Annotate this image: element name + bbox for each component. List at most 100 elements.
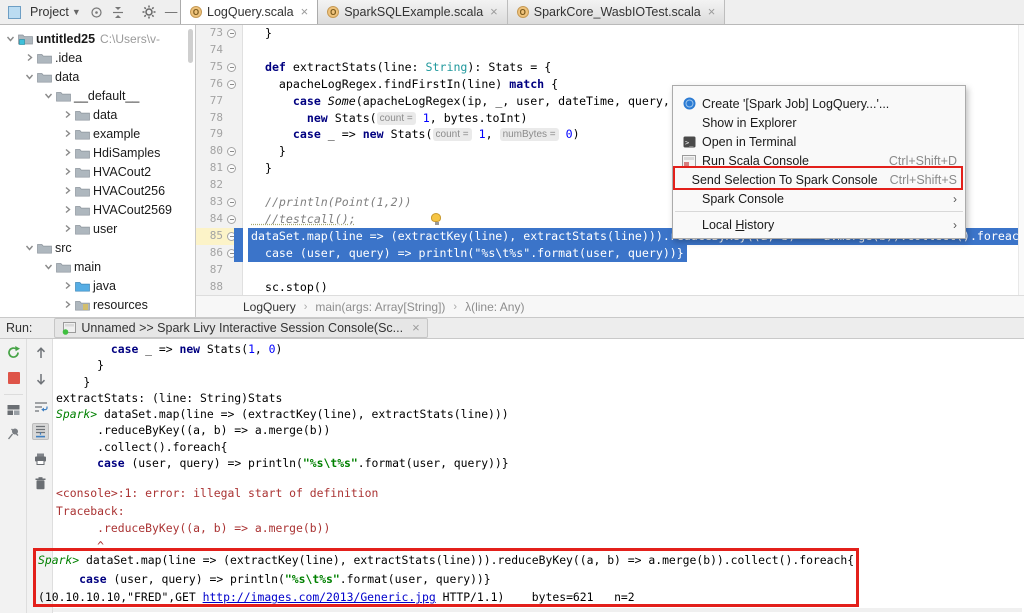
console-line: extractStats: (line: String)Stats [56, 390, 509, 406]
close-icon[interactable]: × [708, 7, 716, 17]
print-button-icon[interactable] [32, 450, 49, 467]
tree-item-hvacout256[interactable]: HVACout256 [0, 181, 195, 200]
chevron-right-icon[interactable] [61, 224, 74, 233]
code-segment: , [486, 127, 500, 141]
tree-item-data[interactable]: data [0, 67, 195, 86]
tree-item-path: C:\Users\v- [100, 32, 160, 46]
gutter-selection-block [234, 228, 243, 245]
tree-item-__default__[interactable]: __default__ [0, 86, 195, 105]
code-segment: case [293, 127, 321, 141]
editor-tab-logquery-scala[interactable]: OLogQuery.scala× [180, 0, 318, 24]
annotation-highlight-console-result [33, 548, 859, 607]
settings-gear-icon[interactable] [142, 4, 156, 20]
menu-item-open-in-terminal[interactable]: >_Open in Terminal [673, 132, 965, 151]
tab-label: SparkSQLExample.scala [344, 5, 483, 19]
tree-item-label: HVACout256 [93, 184, 165, 198]
code-segment: .reduceByKey((a, b) => a.merge(b)) [56, 423, 330, 437]
tree-item-main[interactable]: main [0, 257, 195, 276]
tree-item-untitled25[interactable]: untitled25C:\Users\v- [0, 29, 195, 48]
chevron-right-icon[interactable] [61, 129, 74, 138]
line-number: 80 [196, 143, 223, 160]
tree-item-src[interactable]: src [0, 238, 195, 257]
code-segment [416, 111, 423, 125]
close-icon[interactable]: × [490, 7, 498, 17]
fold-marker-icon[interactable] [227, 198, 236, 207]
intention-bulb-icon[interactable] [431, 213, 441, 222]
chevron-down-icon[interactable] [23, 243, 36, 252]
chevron-right-icon[interactable] [61, 300, 74, 309]
code-segment: def [265, 60, 286, 74]
chevron-down-icon[interactable] [42, 91, 55, 100]
menu-separator [675, 211, 963, 212]
tree-item-resources[interactable]: resources [0, 295, 195, 314]
rerun-button-icon[interactable] [5, 344, 22, 361]
tree-item-data[interactable]: data [0, 105, 195, 124]
tree-item-label: example [93, 127, 140, 141]
project-tree-scrollbar[interactable] [188, 29, 193, 63]
fold-marker-icon[interactable] [227, 63, 236, 72]
line-number: 81 [196, 160, 223, 177]
run-session-tab[interactable]: Unnamed >> Spark Livy Interactive Sessio… [54, 318, 427, 338]
tree-item-user[interactable]: user [0, 219, 195, 238]
code-segment: _ => [321, 127, 363, 141]
restore-layout-button-icon[interactable] [5, 401, 22, 418]
chevron-down-icon[interactable] [23, 72, 36, 81]
scroll-to-end-button-icon[interactable] [32, 423, 49, 440]
menu-item-local-history[interactable]: Local History› [673, 215, 965, 234]
chevron-right-icon[interactable] [61, 205, 74, 214]
chevron-down-icon[interactable] [42, 262, 55, 271]
breadcrumb: LogQuery›main(args: Array[String])›λ(lin… [196, 295, 1024, 317]
editor-scrollbar[interactable] [1018, 25, 1024, 295]
fold-marker-icon[interactable] [227, 215, 236, 224]
code-segment: numBytes = [500, 128, 559, 141]
soft-wrap-button-icon[interactable] [32, 398, 49, 415]
menu-item-label: Open in Terminal [702, 135, 957, 149]
editor-tab-sparksqlexample-scala[interactable]: OSparkSQLExample.scala× [318, 0, 508, 24]
run-session-tab-label: Unnamed >> Spark Livy Interactive Sessio… [81, 321, 403, 335]
tree-item-hvacout2569[interactable]: HVACout2569 [0, 200, 195, 219]
folder-blue-icon [74, 280, 90, 292]
code-line-78: new Stats(count = 1, bytes.toInt) [251, 110, 527, 127]
breadcrumb-item[interactable]: LogQuery [243, 300, 296, 314]
stop-button-icon[interactable] [5, 369, 22, 386]
pin-tab-button-icon[interactable] [5, 425, 22, 442]
menu-item-spark-console[interactable]: Spark Console› [673, 189, 965, 208]
menu-item-show-in-explorer[interactable]: Show in Explorer [673, 113, 965, 132]
tree-item-example[interactable]: example [0, 124, 195, 143]
breadcrumb-item[interactable]: main(args: Array[String]) [315, 300, 445, 314]
clear-console-button-icon[interactable] [32, 475, 49, 492]
scroll-up-button-icon[interactable] [32, 344, 49, 361]
chevron-right-icon[interactable] [23, 53, 36, 62]
close-icon[interactable]: × [412, 323, 420, 333]
tree-item--idea[interactable]: .idea [0, 48, 195, 67]
chevron-right-icon[interactable] [61, 281, 74, 290]
hide-panel-icon[interactable]: — [165, 4, 178, 20]
locate-file-icon[interactable] [90, 4, 103, 20]
console-error-line: <console>:1: error: illegal start of def… [56, 485, 378, 503]
menu-item-create-spark-job-logquery-[interactable]: Create '[Spark Job] LogQuery...'... [673, 94, 965, 113]
chevron-right-icon[interactable] [61, 186, 74, 195]
tree-item-label: data [93, 108, 117, 122]
project-view-selector[interactable]: Project ▼ [30, 5, 81, 19]
tree-item-java[interactable]: java [0, 276, 195, 295]
fold-marker-icon[interactable] [227, 164, 236, 173]
code-segment: case [97, 456, 124, 470]
editor-tab-sparkcore_wasbiotest-scala[interactable]: OSparkCore_WasbIOTest.scala× [508, 0, 726, 24]
breadcrumb-item[interactable]: λ(line: Any) [465, 300, 524, 314]
fold-marker-icon[interactable] [227, 29, 236, 38]
code-segment: ): Stats = { [467, 60, 551, 74]
chevron-down-icon[interactable] [4, 34, 17, 43]
chevron-right-icon[interactable] [61, 148, 74, 157]
close-icon[interactable]: × [301, 7, 309, 17]
tree-item-hvacout2[interactable]: HVACout2 [0, 162, 195, 181]
fold-marker-icon[interactable] [227, 147, 236, 156]
chevron-right-icon[interactable] [61, 167, 74, 176]
tree-item-hdisamples[interactable]: HdiSamples [0, 143, 195, 162]
project-tree-panel: untitled25C:\Users\v-.ideadata__default_… [0, 25, 196, 317]
fold-marker-icon[interactable] [227, 80, 236, 89]
code-segment: Stats( [328, 111, 377, 125]
collapse-all-icon[interactable] [112, 4, 124, 20]
console-horizontal-scrollbar[interactable] [53, 608, 1022, 612]
chevron-right-icon[interactable] [61, 110, 74, 119]
scroll-down-button-icon[interactable] [32, 371, 49, 388]
